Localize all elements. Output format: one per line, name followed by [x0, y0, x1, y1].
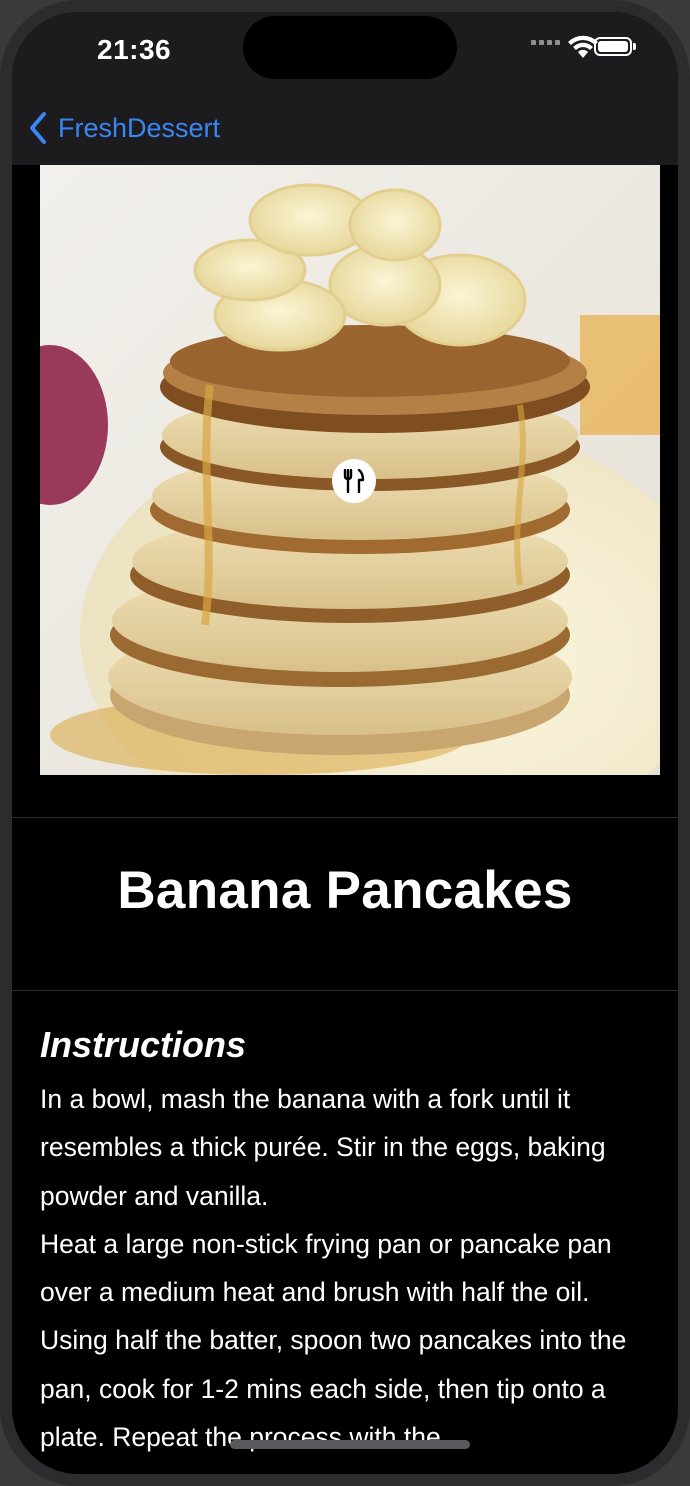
device-frame: 21:36 FreshDessert Banana Pancakes Instr…: [0, 0, 690, 1486]
screen: 21:36 FreshDessert Banana Pancakes Instr…: [12, 12, 678, 1474]
cellular-signal-icon: [531, 40, 560, 45]
back-label: FreshDessert: [58, 112, 221, 143]
divider: [12, 817, 678, 818]
fork-knife-icon[interactable]: [332, 459, 376, 503]
dynamic-island: [243, 16, 457, 79]
home-indicator[interactable]: [230, 1440, 470, 1449]
recipe-image: [40, 165, 660, 775]
instructions-text: In a bowl, mash the banana with a fork u…: [40, 1084, 627, 1453]
divider: [12, 990, 678, 991]
back-button[interactable]: FreshDessert: [28, 110, 220, 146]
instructions-heading: Instructions: [40, 1024, 247, 1065]
recipe-title: Banana Pancakes: [117, 861, 573, 920]
status-time: 21:36: [97, 34, 172, 65]
status-bar: 21:36: [12, 12, 678, 90]
chevron-left-icon: [30, 112, 46, 144]
battery-icon: [594, 37, 636, 56]
navigation-bar: FreshDessert: [12, 90, 678, 165]
